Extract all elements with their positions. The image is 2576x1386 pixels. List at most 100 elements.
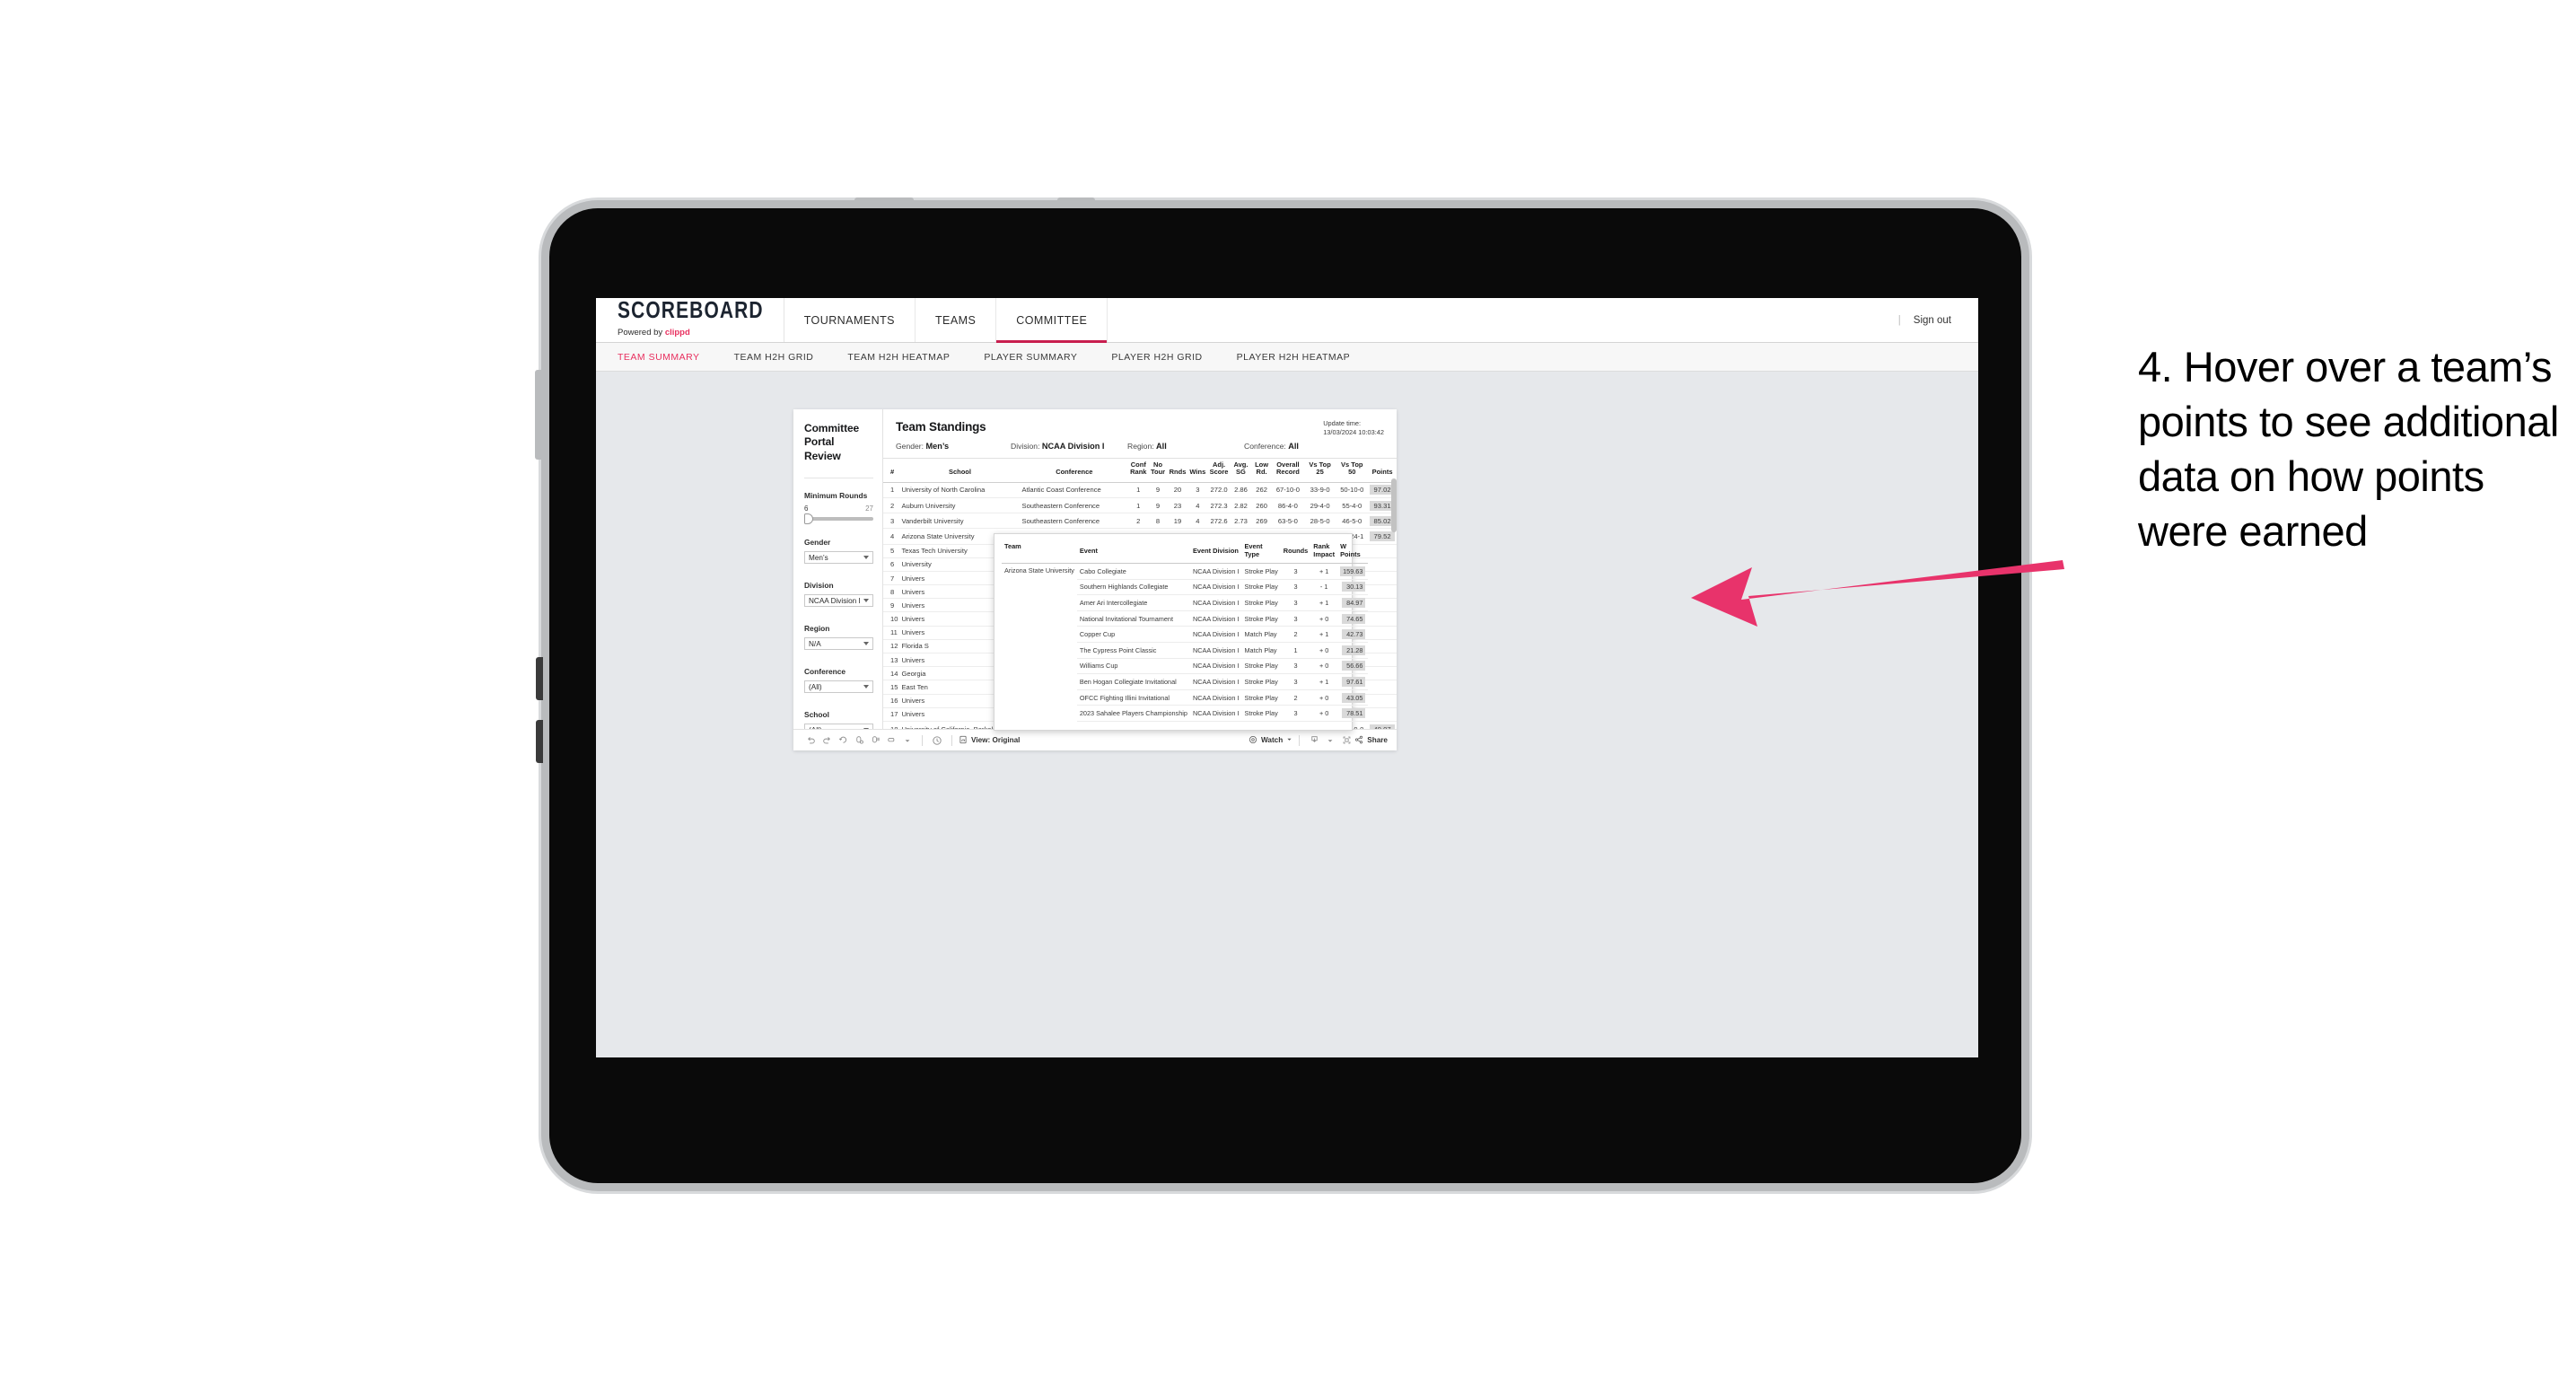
- filter-conference: Conference (All): [804, 667, 873, 694]
- watch-button[interactable]: Watch: [1249, 735, 1292, 746]
- antenna-band-right: [1057, 197, 1095, 206]
- points-cell[interactable]: [1368, 707, 1397, 722]
- slider-handle[interactable]: [804, 513, 813, 525]
- tooltip-event-cell: Copper Cup: [1076, 626, 1190, 643]
- standings-panel: Team Standings Gender: Men’s Division: N…: [883, 409, 1397, 731]
- brand-logo[interactable]: SCOREBOARD Powered by clippd: [596, 298, 784, 342]
- standings-table-head: # School Conference Conf Rank No Tour Rnds…: [883, 459, 1397, 483]
- points-cell[interactable]: [1368, 680, 1397, 695]
- nav-item-committee[interactable]: COMMITTEE: [996, 298, 1108, 343]
- col-no-tour[interactable]: No Tour: [1148, 459, 1168, 483]
- tooltip-wpoints-cell: 97.61: [1337, 673, 1369, 690]
- nav-item-tournaments[interactable]: TOURNAMENTS: [784, 298, 916, 342]
- minimum-rounds-slider[interactable]: [804, 513, 873, 525]
- highlight-icon[interactable]: [883, 732, 899, 749]
- col-vs-top-50[interactable]: Vs Top 50: [1336, 459, 1369, 483]
- subnav-item-player-h2h-heatmap[interactable]: PLAYER H2H HEATMAP: [1237, 352, 1368, 363]
- avg-sg-cell: 2.86: [1230, 482, 1252, 498]
- points-cell[interactable]: [1368, 666, 1397, 681]
- highlight-dropdown-icon[interactable]: [899, 732, 916, 749]
- download-dropdown-icon[interactable]: [1322, 732, 1338, 749]
- tooltip-impact-cell: - 1: [1310, 579, 1338, 596]
- tooltip-table: Team Event Event Division Event Type Rou…: [1002, 540, 1369, 722]
- points-cell[interactable]: 49.07: [1368, 721, 1397, 729]
- tt-col-rounds: Rounds: [1280, 540, 1311, 564]
- subnav-item-player-summary[interactable]: PLAYER SUMMARY: [984, 352, 1095, 363]
- table-vertical-scrollbar[interactable]: [1391, 478, 1397, 532]
- fullscreen-icon[interactable]: [1338, 732, 1354, 749]
- col-conference[interactable]: Conference: [1020, 459, 1129, 483]
- division-select[interactable]: NCAA Division I: [804, 594, 873, 608]
- share-button[interactable]: Share: [1354, 735, 1388, 746]
- points-cell[interactable]: [1368, 626, 1397, 640]
- sign-out-link[interactable]: Sign out: [1914, 315, 1951, 326]
- rank-cell: 9: [883, 598, 900, 613]
- watch-icon: [1249, 735, 1257, 746]
- col-overall-record-l2: Record: [1275, 468, 1300, 477]
- col-rank[interactable]: #: [883, 459, 900, 483]
- download-icon[interactable]: [1306, 732, 1322, 749]
- table-row[interactable]: 3 Vanderbilt University Southeastern Confe…: [883, 513, 1397, 530]
- nav-item-teams[interactable]: TEAMS: [916, 298, 997, 342]
- col-vs-top-25[interactable]: Vs Top 25: [1303, 459, 1336, 483]
- points-cell[interactable]: [1368, 571, 1397, 586]
- undo-icon[interactable]: [802, 732, 819, 749]
- rank-cell: 8: [883, 584, 900, 600]
- col-rnds[interactable]: Rnds: [1167, 459, 1188, 483]
- tooltip-division-cell: NCAA Division I: [1189, 579, 1242, 596]
- subnav-item-team-h2h-heatmap[interactable]: TEAM H2H HEATMAP: [847, 352, 968, 363]
- col-wins[interactable]: Wins: [1187, 459, 1208, 483]
- tooltip-type-cell: Stroke Play: [1241, 705, 1281, 722]
- toolbar-separator-1: [922, 734, 923, 746]
- tooltip-rounds-cell: 3: [1280, 705, 1311, 722]
- tt-col-type: Event Type: [1241, 540, 1281, 564]
- conf-rank-cell: 2: [1128, 513, 1149, 530]
- col-conf-rank-l2: Rank: [1130, 468, 1147, 477]
- redo-icon[interactable]: [819, 732, 835, 749]
- adj-score-cell: 272.0: [1207, 482, 1231, 498]
- subnav-item-team-summary[interactable]: TEAM SUMMARY: [618, 352, 718, 363]
- toolbar-separator-2: [951, 734, 952, 746]
- subnav-item-player-h2h-grid[interactable]: PLAYER H2H GRID: [1111, 352, 1220, 363]
- view-original-button[interactable]: View: Original: [959, 735, 1020, 746]
- points-cell[interactable]: [1368, 611, 1397, 627]
- points-cell[interactable]: [1368, 544, 1397, 558]
- points-cell[interactable]: [1368, 694, 1397, 708]
- pause-auto-update-icon[interactable]: [929, 732, 945, 749]
- active-filters-row: Gender: Men’s Division: NCAA Division I …: [896, 442, 1384, 451]
- tooltip-division-cell: NCAA Division I: [1189, 658, 1242, 675]
- clippd-name: clippd: [664, 327, 690, 338]
- volume-up-button[interactable]: [536, 657, 543, 700]
- col-avg-sg[interactable]: Avg. SG: [1230, 459, 1252, 483]
- points-cell[interactable]: [1368, 639, 1397, 654]
- col-conf-rank[interactable]: Conf Rank: [1128, 459, 1149, 483]
- power-button[interactable]: [535, 370, 543, 460]
- top-bar-right: | Sign out: [1898, 298, 1978, 342]
- tt-col-wpoints: W Points: [1337, 540, 1369, 564]
- points-cell[interactable]: [1368, 584, 1397, 600]
- points-cell[interactable]: [1368, 557, 1397, 572]
- table-row[interactable]: 2 Auburn University Southeastern Conferenc…: [883, 497, 1397, 514]
- col-adj-score[interactable]: Adj. Score: [1207, 459, 1231, 483]
- points-cell[interactable]: [1368, 598, 1397, 613]
- col-low-rd[interactable]: Low Rd.: [1251, 459, 1273, 483]
- gender-select[interactable]: Men’s: [804, 551, 873, 565]
- table-row[interactable]: 1 University of North Carolina Atlantic Co…: [883, 482, 1397, 498]
- volume-down-button[interactable]: [536, 720, 543, 763]
- refresh-data-icon[interactable]: [851, 732, 867, 749]
- subnav-item-team-h2h-grid[interactable]: TEAM H2H GRID: [734, 352, 832, 363]
- viz-toolbar: View: Original Watch Share: [793, 729, 1397, 750]
- adj-score-cell: 272.3: [1207, 497, 1231, 514]
- tooltip-wpoints-value: 159.63: [1340, 566, 1366, 576]
- points-cell[interactable]: [1368, 653, 1397, 668]
- powered-by-text: Powered by: [618, 327, 665, 338]
- tooltip-team-cell: Arizona State University: [1004, 566, 1074, 575]
- col-school[interactable]: School: [899, 459, 1021, 483]
- overall-record-cell: 63-5-0: [1272, 513, 1304, 530]
- region-select[interactable]: N/A: [804, 637, 873, 651]
- chevron-down-icon: [863, 599, 869, 603]
- col-overall-record[interactable]: Overall Record: [1272, 459, 1304, 483]
- revert-icon[interactable]: [835, 732, 851, 749]
- conference-select[interactable]: (All): [804, 680, 873, 694]
- pause-updates-icon[interactable]: [867, 732, 883, 749]
